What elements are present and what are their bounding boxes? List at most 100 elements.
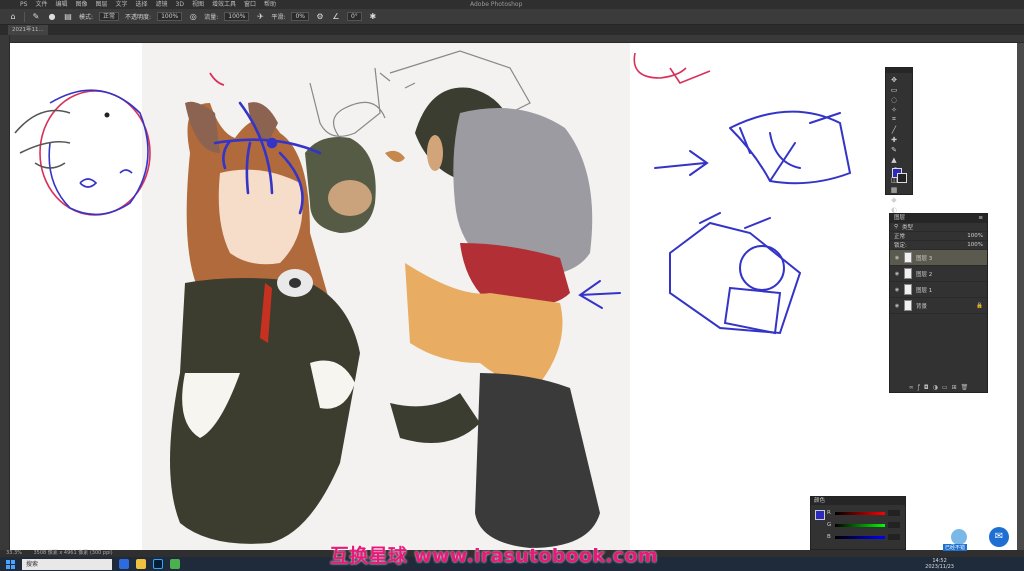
home-icon[interactable]: ⌂ [8, 12, 18, 22]
layer-filter-row: ⚲ 类型 [890, 223, 987, 232]
head-sketch [14, 89, 151, 216]
red-slider[interactable] [835, 512, 885, 515]
eye-icon[interactable]: ◉ [894, 287, 900, 293]
mode-select[interactable]: 正常 [99, 12, 120, 21]
color-swatch[interactable] [815, 510, 825, 520]
zoom-level[interactable]: 33.3% [6, 550, 22, 556]
color-panel: 颜色 R G B [810, 496, 906, 550]
blue-value[interactable] [888, 534, 900, 540]
photoshop-window: PS 文件 编辑 图像 图层 文字 选择 滤镜 3D 视图 增效工具 窗口 帮助… [0, 0, 1024, 571]
green-value[interactable] [888, 522, 900, 528]
eye-icon[interactable]: ◉ [894, 303, 900, 309]
airbrush-icon[interactable]: ✈ [255, 12, 265, 22]
layer-fill-value[interactable]: 100% [967, 242, 983, 248]
menu-item-3d[interactable]: 3D [176, 0, 184, 9]
layers-tab[interactable]: 图层 [894, 214, 905, 223]
menu-item-filter[interactable]: 滤镜 [156, 0, 168, 9]
menu-item-edit[interactable]: 编辑 [55, 0, 67, 9]
layer-kind-select[interactable]: 类型 [902, 223, 913, 231]
document-info[interactable]: 3508 像素 x 4961 像素 (300 ppi) [33, 550, 112, 556]
windows-start-icon[interactable] [6, 559, 15, 569]
gear-icon[interactable]: ⚙ [315, 12, 325, 22]
layer-row[interactable]: ◉ 背景 🔒 [890, 298, 987, 314]
tools-panel: ✥ ▭ ◌ ✧ ⌗ ╱ ✚ ✎ ▲ ↺ ◫ ▦ ◆ ◐ ✒ T ➤ ▢ ✋ ⚲ … [885, 67, 913, 294]
taskbar-clock[interactable]: 14:52 2023/11/23 [925, 558, 954, 570]
window-title: Adobe Photoshop [470, 1, 523, 8]
healing-tool-icon[interactable]: ✚ [889, 135, 899, 144]
photoshop-app-icon[interactable] [153, 559, 163, 569]
menu-item-help[interactable]: 帮助 [264, 0, 276, 9]
folder-app-icon[interactable] [136, 559, 146, 569]
crop-tool-icon[interactable]: ⌗ [889, 115, 899, 124]
avatar-label: 已经不错 [943, 544, 968, 551]
fx-icon[interactable]: ƒ [918, 384, 920, 391]
channel-r-label: R [827, 510, 831, 516]
blur-tool-icon[interactable]: ◆ [889, 195, 899, 204]
marquee-tool-icon[interactable]: ▭ [889, 85, 899, 94]
layer-name: 背景 [916, 303, 928, 310]
artwork [14, 50, 852, 548]
move-tool-icon[interactable]: ✥ [889, 75, 899, 84]
layer-thumbnail [904, 284, 912, 295]
clock-date: 2023/11/23 [925, 564, 954, 570]
gradient-tool-icon[interactable]: ▦ [889, 185, 899, 194]
document-tab[interactable]: 2021年11... [8, 25, 48, 35]
eye-icon[interactable]: ◉ [894, 255, 900, 261]
brush-preset-icon[interactable]: ● [47, 12, 57, 22]
link-layers-icon[interactable]: ∞ [909, 384, 914, 391]
symmetry-icon[interactable]: ✱ [368, 12, 378, 22]
smooth-input[interactable]: 0% [291, 12, 309, 21]
red-value[interactable] [888, 510, 900, 516]
brush-tool-icon[interactable]: ✎ [31, 12, 41, 22]
character-right [390, 108, 600, 548]
menu-item-file[interactable]: 文件 [35, 0, 47, 9]
layers-panel-header[interactable]: 图层 ≡ [890, 214, 987, 223]
chat-app-icon[interactable] [170, 559, 180, 569]
brush-settings-icon[interactable]: ▤ [63, 12, 73, 22]
blend-row: 正常 100% [890, 232, 987, 241]
taskbar-search-input[interactable]: 搜索 [22, 558, 112, 570]
group-icon[interactable]: ▭ [942, 384, 948, 391]
browser-app-icon[interactable] [119, 559, 129, 569]
menu-item-type[interactable]: 文字 [116, 0, 128, 9]
layer-opacity-value[interactable]: 100% [967, 233, 983, 239]
chat-icon[interactable]: ✉ [989, 527, 1009, 547]
canvas[interactable] [10, 43, 1017, 550]
panel-menu-icon[interactable]: ≡ [978, 214, 983, 223]
menu-item-select[interactable]: 选择 [136, 0, 148, 9]
lasso-tool-icon[interactable]: ◌ [889, 95, 899, 104]
red-sketch [633, 52, 711, 84]
menu-item-view[interactable]: 视图 [192, 0, 204, 9]
ruler-horizontal[interactable] [10, 35, 1024, 43]
background-color-swatch[interactable] [897, 173, 907, 183]
eye-icon[interactable]: ◉ [894, 271, 900, 277]
menu-item-ps[interactable]: PS [20, 0, 27, 9]
layer-row[interactable]: ◉ 图层 2 [890, 266, 987, 282]
opacity-input[interactable]: 100% [157, 12, 183, 21]
trash-icon[interactable]: 🗑 [961, 384, 969, 391]
stamp-tool-icon[interactable]: ▲ [889, 155, 899, 164]
eyedropper-icon[interactable]: ╱ [889, 125, 899, 134]
menu-item-image[interactable]: 图像 [75, 0, 87, 9]
new-layer-icon[interactable]: ⊞ [952, 384, 957, 391]
menu-item-window[interactable]: 窗口 [244, 0, 256, 9]
blend-mode-select[interactable]: 正常 [894, 232, 905, 240]
magic-wand-icon[interactable]: ✧ [889, 105, 899, 114]
menu-item-layer[interactable]: 图层 [95, 0, 107, 9]
document-tab-bar: 2021年11... [0, 25, 1024, 35]
color-panel-header[interactable]: 颜色 [811, 497, 905, 505]
green-slider[interactable] [835, 524, 885, 527]
brush-tool-icon[interactable]: ✎ [889, 145, 899, 154]
ruler-vertical[interactable] [0, 35, 10, 550]
menu-item-plugins[interactable]: 增效工具 [212, 0, 236, 9]
mask-icon[interactable]: ◘ [924, 384, 929, 391]
angle-input[interactable]: 0° [346, 12, 362, 21]
layer-row[interactable]: ◉ 图层 3 [890, 250, 987, 266]
lock-label: 锁定: [894, 243, 907, 249]
adjustment-icon[interactable]: ◑ [933, 384, 938, 391]
blue-slider[interactable] [835, 536, 885, 539]
layers-panel: 图层 ≡ ⚲ 类型 正常 100% 锁定: 100% ◉ 图层 3 ◉ 图层 2… [889, 213, 988, 393]
flow-input[interactable]: 100% [224, 12, 250, 21]
layer-row[interactable]: ◉ 图层 1 [890, 282, 987, 298]
pressure-opacity-icon[interactable]: ◎ [188, 12, 198, 22]
